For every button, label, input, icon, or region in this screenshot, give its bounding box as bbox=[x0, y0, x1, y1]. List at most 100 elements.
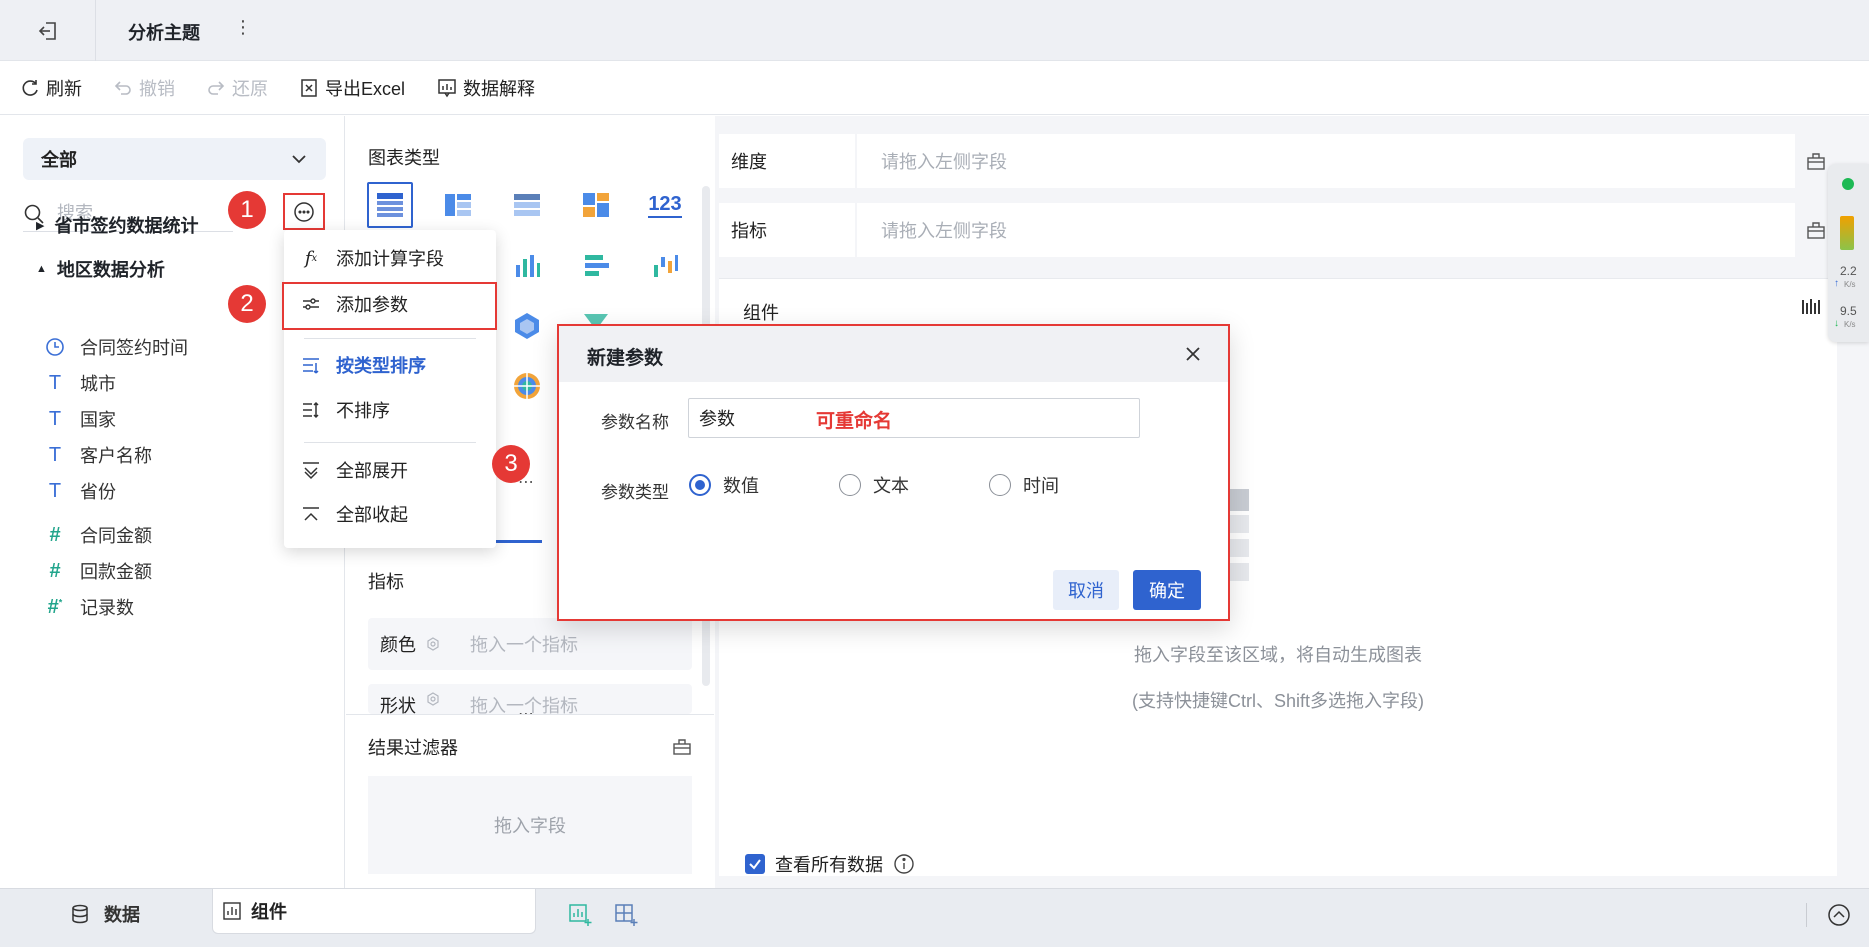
menu-label: 全部展开 bbox=[336, 461, 408, 481]
tab-component-label: 组件 bbox=[251, 902, 287, 922]
color-drop-zone[interactable]: 颜色 拖入一个指标 bbox=[368, 618, 692, 670]
toolbar: 刷新 撤销 还原 导出Excel 数据解释 bbox=[0, 61, 1869, 115]
field-label: 合同金额 bbox=[80, 526, 152, 546]
param-name-input[interactable] bbox=[688, 398, 1140, 438]
tab-component[interactable]: 组件 bbox=[212, 889, 536, 934]
function-icon: fx bbox=[304, 247, 318, 269]
top-bar: 分析主题 ⋮ bbox=[0, 0, 1869, 61]
settings-icon bbox=[427, 692, 439, 706]
divider bbox=[346, 714, 714, 715]
horizontal-bar-chart-icon[interactable] bbox=[573, 243, 619, 289]
field-customer-name[interactable]: T 客户名称 bbox=[44, 443, 152, 467]
data-explain-button[interactable]: 数据解释 bbox=[437, 75, 535, 101]
collapse-all-icon bbox=[300, 504, 322, 524]
bar-chart-icon[interactable] bbox=[504, 243, 550, 289]
radio-unselected-icon[interactable] bbox=[839, 474, 861, 496]
radio-numeric[interactable]: 数值 bbox=[689, 472, 759, 498]
export-excel-label: 导出Excel bbox=[325, 79, 406, 99]
group-regional-analysis[interactable]: ▲ 地区数据分析 bbox=[36, 256, 165, 282]
excel-icon bbox=[301, 79, 317, 97]
refresh-label: 刷新 bbox=[46, 79, 82, 99]
number-card-icon[interactable]: 123 bbox=[642, 182, 688, 228]
radio-unselected-icon[interactable] bbox=[989, 474, 1011, 496]
filter-settings-icon[interactable] bbox=[672, 737, 692, 757]
metric-label: 指标 bbox=[719, 203, 857, 257]
add-dashboard-icon[interactable] bbox=[614, 903, 638, 927]
dashboard-chart-icon[interactable] bbox=[573, 182, 619, 228]
confirm-button[interactable]: 确定 bbox=[1133, 570, 1201, 610]
field-city[interactable]: T 城市 bbox=[44, 371, 116, 395]
chart-switch-icon[interactable] bbox=[1801, 297, 1821, 317]
clock-icon bbox=[46, 338, 64, 356]
metric-shelf[interactable]: 指标 请拖入左侧字段 bbox=[719, 203, 1795, 257]
network-speed-widget[interactable]: 2.2 ↑ K/s 9.5 ↓ K/s bbox=[1828, 164, 1869, 342]
upload-speed: 2.2 bbox=[1840, 264, 1857, 278]
meter-icon bbox=[1840, 216, 1854, 250]
add-chart-icon[interactable] bbox=[568, 903, 592, 927]
collapse-panel-icon[interactable] bbox=[1827, 903, 1851, 927]
step-badge-3: 3 bbox=[492, 445, 530, 483]
shelf-settings-icon[interactable] bbox=[1805, 150, 1827, 172]
view-all-data-label: 查看所有数据 bbox=[775, 855, 883, 875]
dataset-select-value: 全部 bbox=[41, 150, 77, 170]
undo-button[interactable]: 撤销 bbox=[113, 75, 175, 101]
field-record-count[interactable]: #* 记录数 bbox=[44, 595, 134, 619]
field-label: 记录数 bbox=[80, 598, 134, 618]
data-explain-label: 数据解释 bbox=[463, 79, 535, 99]
exit-icon[interactable] bbox=[28, 14, 68, 48]
shelf-settings-icon[interactable] bbox=[1805, 219, 1827, 241]
redo-button[interactable]: 还原 bbox=[206, 75, 268, 101]
tab-data[interactable]: 数据 bbox=[70, 901, 140, 927]
menu-no-sort[interactable]: 不排序 bbox=[284, 388, 496, 432]
field-province[interactable]: T 省份 bbox=[44, 479, 116, 503]
close-icon[interactable] bbox=[1181, 342, 1205, 366]
export-excel-button[interactable]: 导出Excel bbox=[299, 75, 405, 101]
waterfall-chart-icon[interactable] bbox=[642, 243, 688, 289]
group-provincial-stats[interactable]: ▶ 省市签约数据统计 bbox=[36, 212, 198, 238]
view-all-data-checkbox[interactable]: 查看所有数据 bbox=[745, 851, 915, 877]
refresh-button[interactable]: 刷新 bbox=[20, 75, 82, 101]
database-icon bbox=[72, 904, 88, 924]
detail-table-icon[interactable] bbox=[504, 182, 550, 228]
more-options-button[interactable] bbox=[283, 193, 325, 230]
menu-collapse-all[interactable]: 全部收起 bbox=[284, 492, 496, 536]
radio-selected-icon[interactable] bbox=[689, 474, 711, 496]
dimension-shelf[interactable]: 维度 请拖入左侧字段 bbox=[719, 134, 1795, 188]
field-contract-amount[interactable]: # 合同金额 bbox=[44, 523, 152, 547]
radio-text[interactable]: 文本 bbox=[839, 472, 909, 498]
dataset-select[interactable]: 全部 bbox=[23, 138, 326, 180]
radio-label: 时间 bbox=[1023, 476, 1059, 496]
menu-add-calc-field[interactable]: fx 添加计算字段 bbox=[284, 236, 496, 280]
color-placeholder: 拖入一个指标 bbox=[470, 635, 578, 655]
data-explain-icon bbox=[438, 79, 456, 98]
dialog-title: 新建参数 bbox=[587, 348, 664, 369]
checkbox-checked-icon[interactable] bbox=[745, 854, 765, 874]
sort-type-icon bbox=[300, 355, 322, 375]
field-label: 省份 bbox=[80, 482, 116, 502]
info-icon[interactable] bbox=[893, 853, 915, 875]
menu-expand-all[interactable]: 全部展开 bbox=[284, 448, 496, 492]
field-country[interactable]: T 国家 bbox=[44, 407, 116, 431]
radio-time[interactable]: 时间 bbox=[989, 472, 1059, 498]
download-unit: K/s bbox=[1844, 320, 1856, 329]
cancel-button[interactable]: 取消 bbox=[1053, 570, 1119, 610]
field-payment-amount[interactable]: # 回款金额 bbox=[44, 559, 152, 583]
text-type-icon: T bbox=[48, 407, 62, 430]
radar-chart-icon[interactable] bbox=[504, 303, 550, 349]
number-type-icon: # bbox=[49, 559, 61, 582]
dimension-placeholder: 请拖入左侧字段 bbox=[881, 152, 1007, 172]
field-label: 国家 bbox=[80, 410, 116, 430]
radio-label: 数值 bbox=[723, 476, 759, 496]
field-contract-time[interactable]: 合同签约时间 bbox=[44, 335, 188, 359]
cross-table-icon[interactable] bbox=[435, 182, 481, 228]
filter-drop-zone[interactable]: 拖入字段 bbox=[368, 776, 692, 874]
param-name-label: 参数名称 bbox=[601, 413, 669, 432]
table-chart-icon[interactable] bbox=[367, 182, 413, 228]
sunburst-chart-icon[interactable] bbox=[504, 363, 550, 409]
step-badge-2: 2 bbox=[228, 285, 266, 323]
text-type-icon: T bbox=[48, 371, 62, 394]
text-type-icon: T bbox=[48, 443, 62, 466]
menu-sort-by-type[interactable]: 按类型排序 bbox=[284, 343, 496, 387]
title-more-icon[interactable]: ⋮ bbox=[234, 17, 252, 38]
chevron-down-icon bbox=[292, 155, 306, 164]
